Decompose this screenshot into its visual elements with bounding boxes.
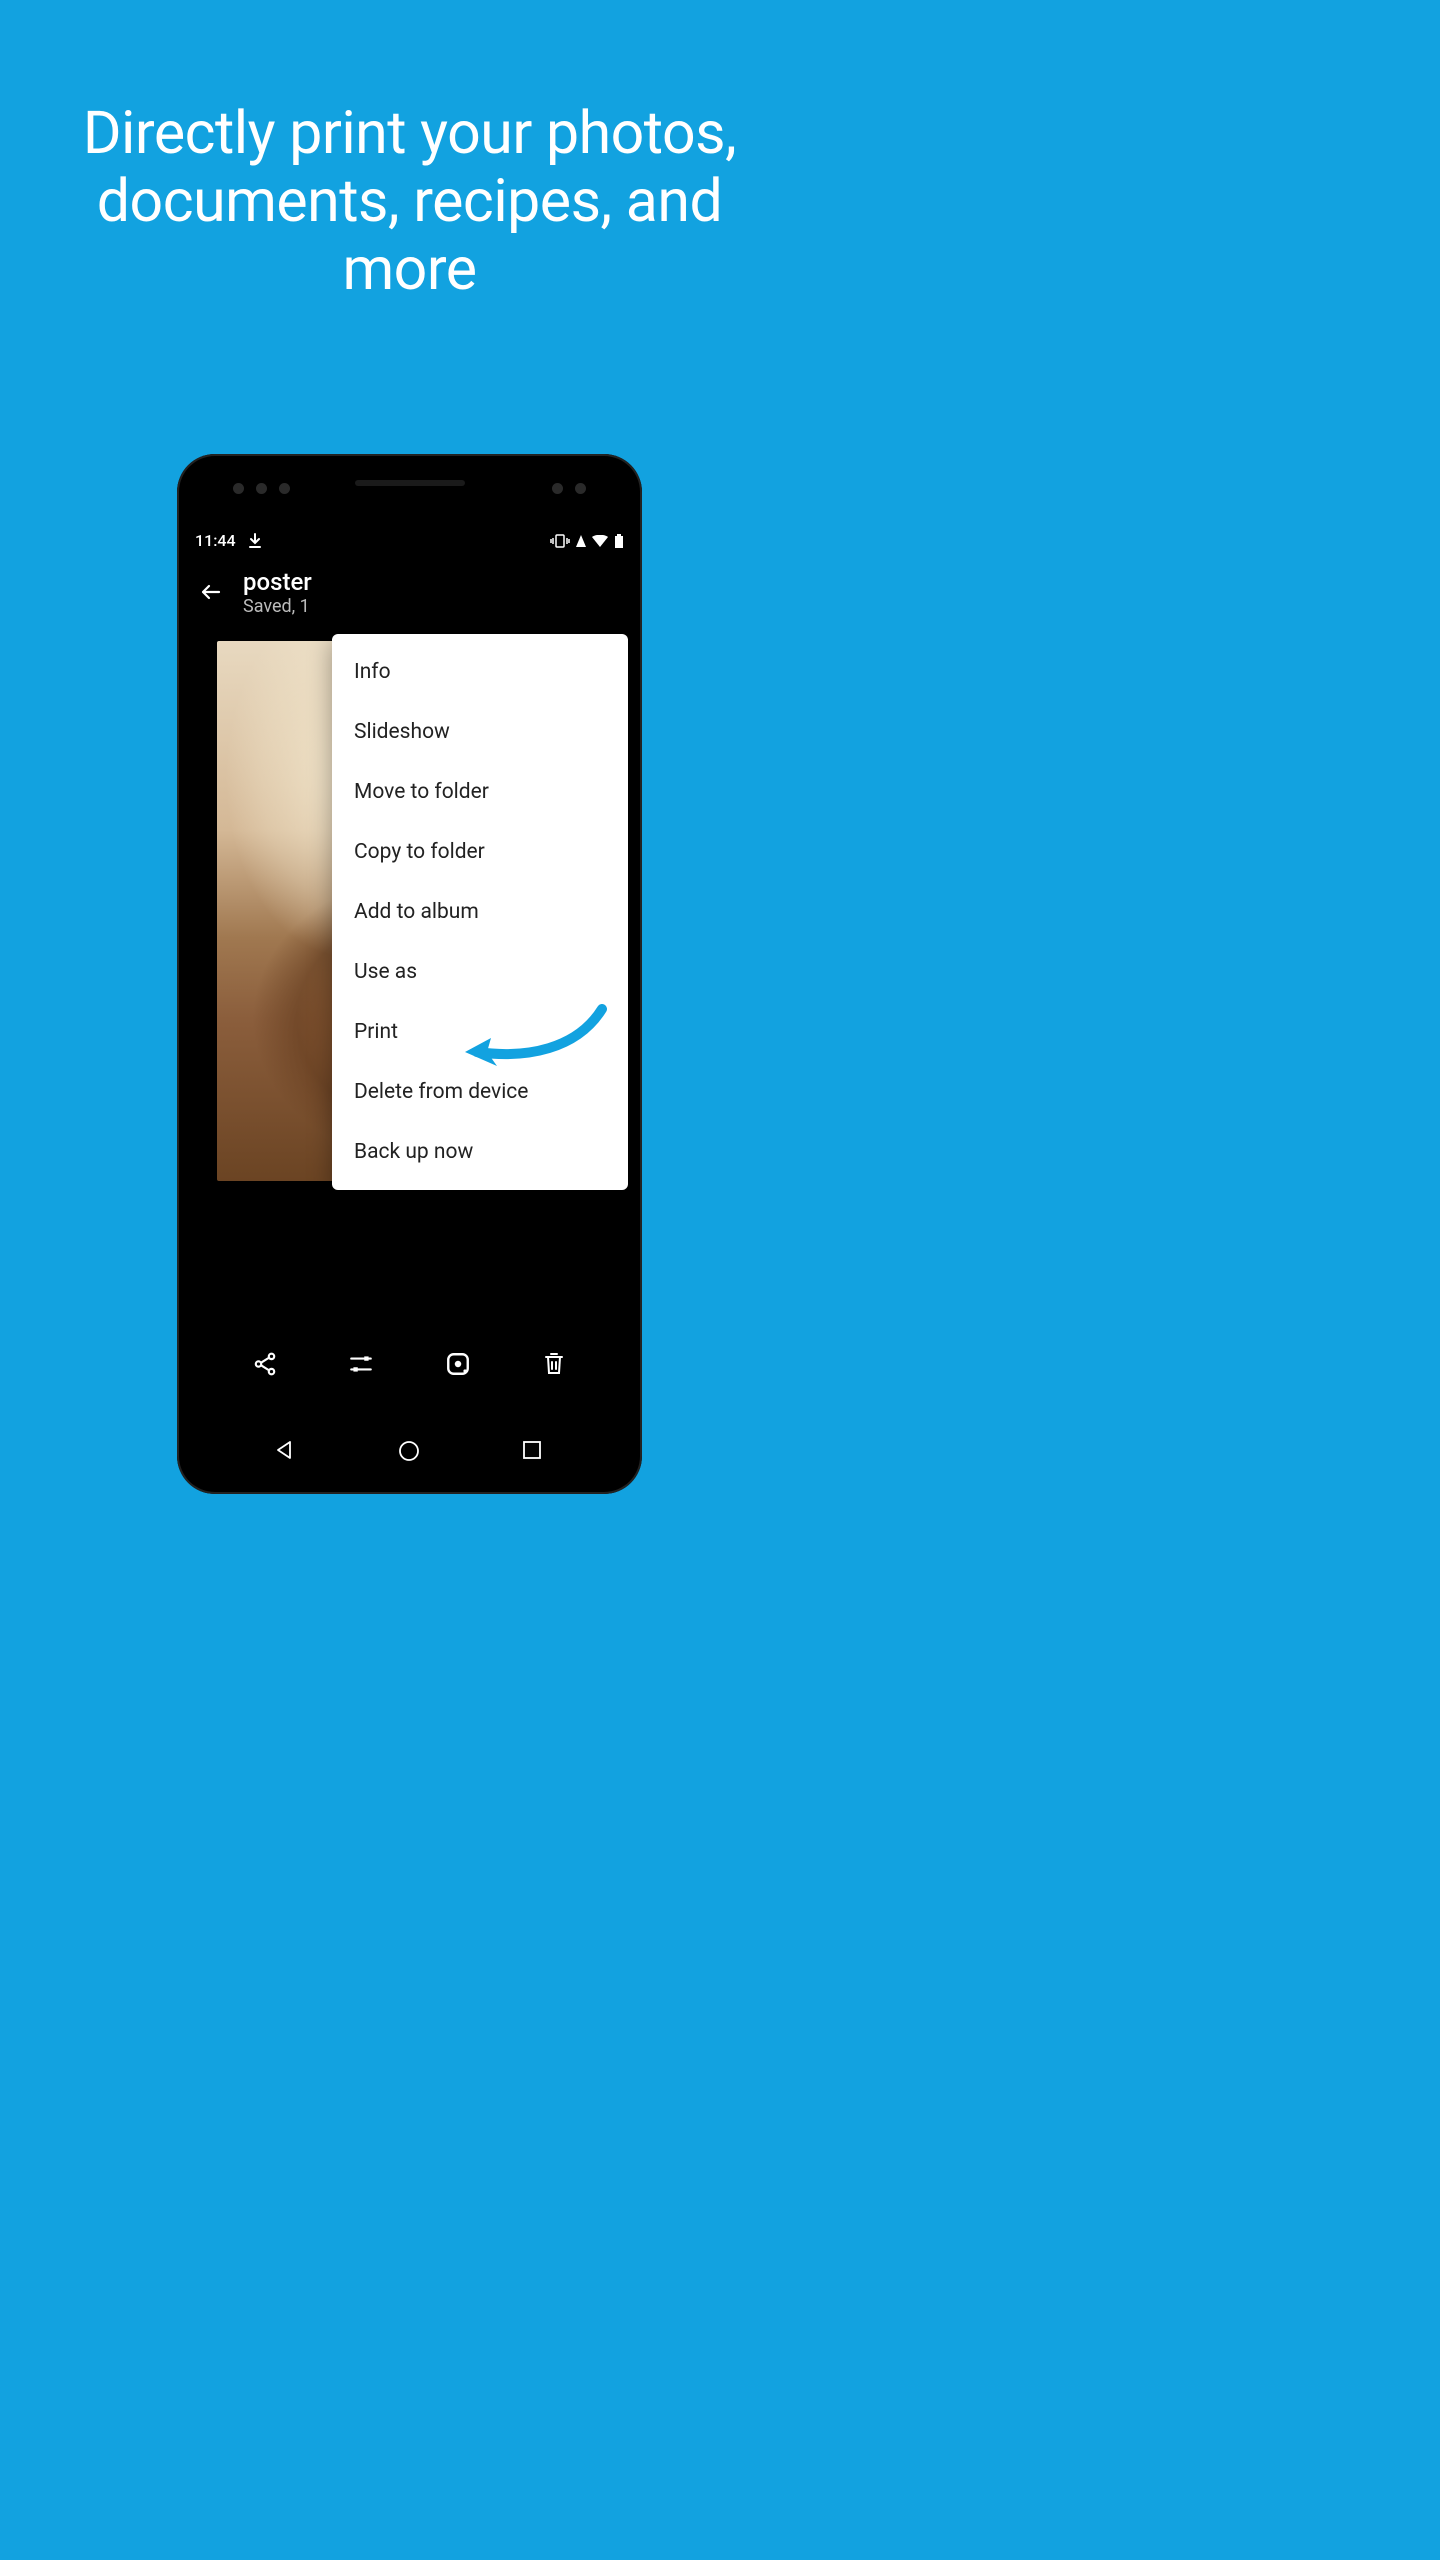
menu-item-add-to-album[interactable]: Add to album: [332, 882, 628, 942]
status-bar: 11:44: [187, 524, 632, 558]
phone-frame: 11:44: [177, 454, 642, 1494]
download-icon: [248, 533, 262, 549]
menu-item-use-as[interactable]: Use as: [332, 942, 628, 1002]
phone-mockup: 11:44: [177, 454, 642, 1494]
bottom-action-bar: [187, 1319, 632, 1409]
vibrate-icon: [550, 534, 570, 548]
tune-icon[interactable]: [341, 1344, 381, 1384]
menu-item-slideshow[interactable]: Slideshow: [332, 702, 628, 762]
sensor-dots-left: [233, 483, 290, 494]
overflow-menu: Info Slideshow Move to folder Copy to fo…: [332, 634, 628, 1190]
page-title: poster: [243, 568, 312, 596]
battery-icon: [614, 534, 624, 548]
menu-item-delete-from-device[interactable]: Delete from device: [332, 1062, 628, 1122]
lens-icon[interactable]: [438, 1344, 478, 1384]
nav-home-icon[interactable]: [398, 1440, 422, 1464]
delete-icon[interactable]: [534, 1344, 574, 1384]
nav-back-icon[interactable]: [274, 1440, 298, 1464]
status-time: 11:44: [195, 531, 236, 550]
android-nav-bar: [177, 1432, 642, 1472]
page-subtitle: Saved, 1: [243, 596, 312, 617]
share-icon[interactable]: [245, 1344, 285, 1384]
app-bar: poster Saved, 1: [187, 558, 632, 623]
menu-item-copy-to-folder[interactable]: Copy to folder: [332, 822, 628, 882]
wifi-icon: [592, 535, 608, 547]
promo-headline: Directly print your photos, documents, r…: [0, 100, 819, 304]
menu-item-back-up-now[interactable]: Back up now: [332, 1122, 628, 1182]
menu-item-move-to-folder[interactable]: Move to folder: [332, 762, 628, 822]
speaker-slot: [355, 480, 465, 486]
signal-icon: [576, 535, 586, 547]
back-arrow-icon[interactable]: [199, 580, 223, 604]
nav-recent-icon[interactable]: [522, 1440, 546, 1464]
menu-item-print[interactable]: Print: [332, 1002, 628, 1062]
sensor-dots-right: [552, 483, 586, 494]
menu-item-info[interactable]: Info: [332, 642, 628, 702]
phone-screen: 11:44: [187, 524, 632, 1409]
